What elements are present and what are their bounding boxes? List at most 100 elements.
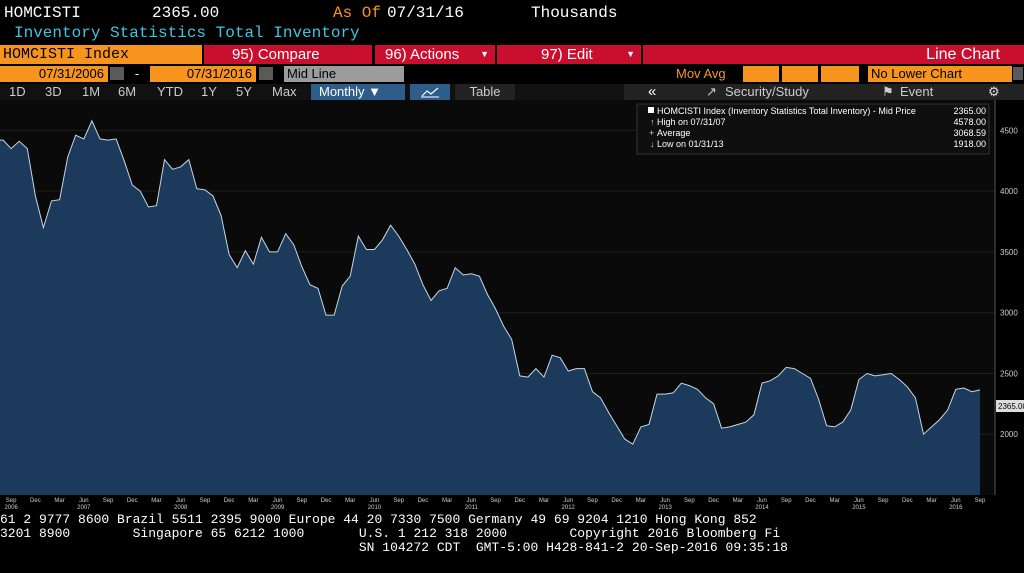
x-year-label: 2007: [77, 505, 91, 511]
table-button[interactable]: Table: [455, 84, 515, 100]
low-marker-icon: ↓: [650, 139, 655, 149]
legend-swatch: [648, 107, 654, 113]
footer-line-1: 61 2 9777 8600 Brazil 5511 2395 9000 Eur…: [0, 512, 757, 527]
x-tick-label: Jun: [79, 498, 89, 504]
footer-line-2: 3201 8900 Singapore 65 6212 1000 U.S. 1 …: [0, 526, 781, 541]
legend-high: High on 07/31/07: [657, 117, 726, 127]
x-tick-label: Dec: [224, 498, 235, 504]
x-tick-label: Sep: [684, 498, 695, 504]
legend: HOMCISTI Index (Inventory Statistics Tot…: [636, 103, 990, 155]
actions-menu[interactable]: 96) Actions ▼: [375, 45, 495, 64]
mid-line-select[interactable]: Mid Line: [284, 66, 404, 82]
x-tick-label: Dec: [418, 498, 429, 504]
legend-average-value: 3068.59: [953, 128, 986, 138]
start-date-field[interactable]: 07/31/2006: [0, 66, 108, 82]
date-range-row: 07/31/2006 - 07/31/2016 Mid Line Mov Avg…: [0, 66, 1024, 82]
x-tick-label: Mar: [926, 498, 936, 504]
line-chart-button[interactable]: [410, 84, 450, 100]
last-price: 2365.00: [152, 4, 220, 22]
x-tick-label: Mar: [248, 498, 258, 504]
x-tick-label: Sep: [587, 498, 598, 504]
as-of-date: 07/31/16: [387, 4, 464, 22]
x-tick-label: Dec: [805, 498, 816, 504]
x-tick-label: Sep: [781, 498, 792, 504]
x-tick-label: Jun: [854, 498, 864, 504]
period-select[interactable]: Monthly ▼: [311, 84, 405, 100]
calendar-icon[interactable]: [259, 67, 273, 80]
lower-chart-select[interactable]: No Lower Chart: [868, 66, 1012, 82]
x-tick-label: Mar: [442, 498, 452, 504]
security-title: Inventory Statistics Total Inventory: [14, 24, 360, 42]
x-tick-label: Sep: [490, 498, 501, 504]
legend-average: Average: [657, 128, 690, 138]
x-tick-label: Dec: [514, 498, 525, 504]
x-tick-label: Mar: [733, 498, 743, 504]
range-6m[interactable]: 6M: [118, 84, 136, 100]
average-marker-icon: +: [649, 128, 654, 138]
x-tick-label: Dec: [30, 498, 41, 504]
x-year-label: 2011: [465, 505, 479, 511]
x-tick-label: Dec: [321, 498, 332, 504]
security-study-button[interactable]: Security/Study: [725, 84, 809, 100]
function-bar: HOMCISTI Index 95) Compare 96) Actions ▼ …: [0, 45, 1024, 64]
gear-icon[interactable]: ⚙: [988, 84, 1000, 100]
compare-label: 95) Compare: [232, 46, 320, 63]
chevron-down-icon[interactable]: [1013, 67, 1023, 80]
flag-icon[interactable]: ⚑: [882, 84, 894, 100]
edit-menu[interactable]: 97) Edit ▼: [497, 45, 641, 64]
x-tick-label: Sep: [975, 498, 986, 504]
ticker-symbol: HOMCISTI: [4, 4, 81, 22]
y-tick-label: 3000: [1000, 309, 1018, 318]
x-tick-labels: Sep Dec Mar Jun Sep Dec Mar Jun Sep Dec Mar Jun Sep D…: [4, 498, 986, 511]
line-chart-icon: [421, 87, 439, 98]
chart-settings-icon[interactable]: ↗: [706, 84, 717, 100]
end-date-field[interactable]: 07/31/2016: [150, 66, 256, 82]
event-button[interactable]: Event: [900, 84, 933, 100]
x-tick-label: Mar: [345, 498, 355, 504]
legend-low: Low on 01/31/13: [657, 139, 724, 149]
x-tick-label: Mar: [151, 498, 161, 504]
mov-avg-input-1[interactable]: [743, 66, 779, 82]
y-tick-label: 2000: [1000, 430, 1018, 439]
range-1d[interactable]: 1D: [9, 84, 26, 100]
x-year-label: 2016: [949, 505, 963, 511]
x-tick-label: Sep: [296, 498, 307, 504]
x-tick-label: Mar: [54, 498, 64, 504]
range-1y[interactable]: 1Y: [201, 84, 217, 100]
x-tick-label: Jun: [563, 498, 573, 504]
y-tick-label: 3500: [1000, 248, 1018, 257]
x-tick-label: Mar: [636, 498, 646, 504]
x-tick-label: Jun: [273, 498, 283, 504]
x-tick-label: Dec: [902, 498, 913, 504]
calendar-icon[interactable]: [110, 67, 124, 80]
x-year-label: 2013: [658, 505, 672, 511]
mov-avg-label: Mov Avg: [676, 66, 726, 81]
chart-type-selector[interactable]: Line Chart: [643, 45, 1024, 64]
range-ytd[interactable]: YTD: [157, 84, 183, 100]
x-tick-label: Sep: [200, 498, 211, 504]
index-field[interactable]: HOMCISTI Index: [0, 45, 202, 64]
range-5y[interactable]: 5Y: [236, 84, 252, 100]
units-label: Thousands: [531, 4, 618, 22]
y-tick-label: 4500: [1000, 126, 1018, 135]
range-max[interactable]: Max: [272, 84, 297, 100]
x-tick-label: Sep: [878, 498, 889, 504]
x-tick-label: Dec: [127, 498, 138, 504]
high-marker-icon: ↑: [650, 117, 655, 127]
x-tick-label: Jun: [176, 498, 186, 504]
range-row: 1D 3D 1M 6M YTD 1Y 5Y Max Monthly ▼ Tabl…: [0, 84, 1024, 100]
mov-avg-input-3[interactable]: [821, 66, 859, 82]
compare-menu[interactable]: 95) Compare: [204, 45, 372, 64]
x-year-label: 2010: [368, 505, 382, 511]
line-chart: 200025003000350040004500 Sep Dec Mar Jun Sep…: [0, 100, 1024, 511]
range-1m[interactable]: 1M: [82, 84, 100, 100]
edit-label: 97) Edit: [541, 46, 593, 63]
range-3d[interactable]: 3D: [45, 84, 62, 100]
actions-label: 96) Actions: [385, 46, 460, 63]
legend-high-value: 4578.00: [953, 117, 986, 127]
x-tick-label: Sep: [103, 498, 114, 504]
mov-avg-input-2[interactable]: [782, 66, 818, 82]
x-tick-label: Jun: [370, 498, 380, 504]
x-year-label: 2006: [4, 505, 18, 511]
collapse-icon[interactable]: «: [648, 84, 656, 100]
